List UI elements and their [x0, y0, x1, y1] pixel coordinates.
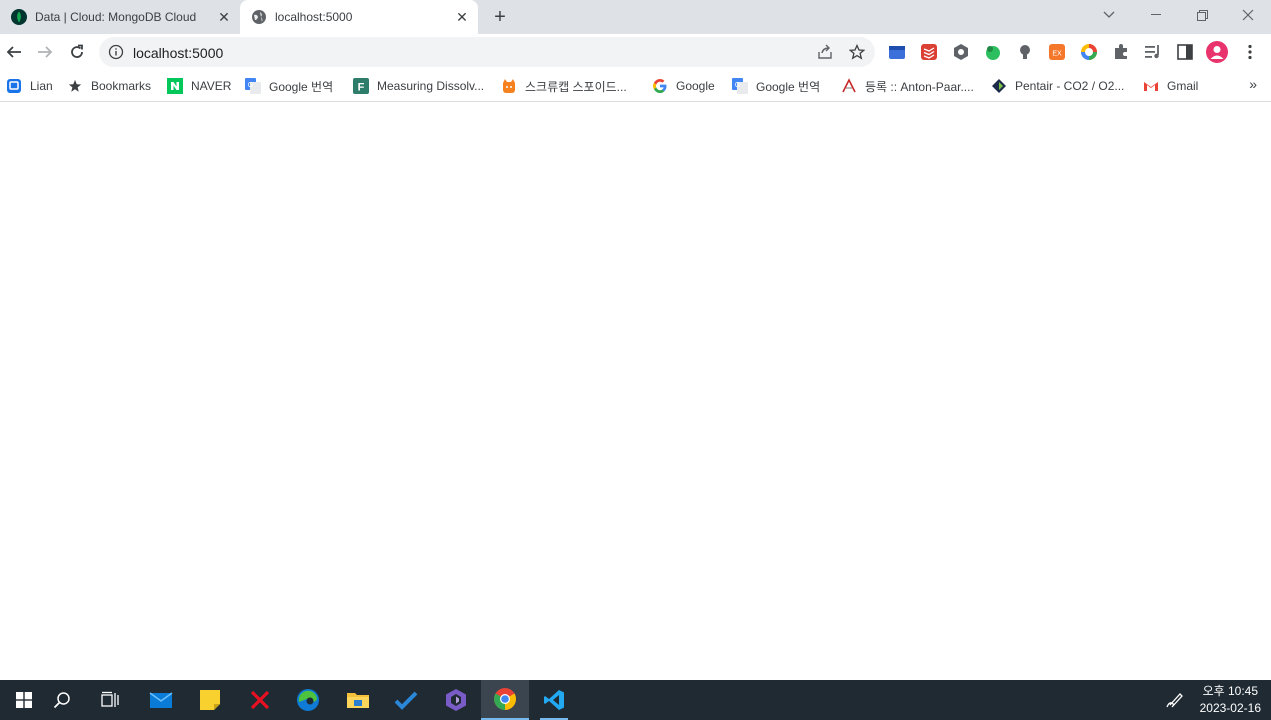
bookmark-lian[interactable]: Lian [6, 76, 53, 96]
extension-ex-icon[interactable]: EX [1048, 43, 1066, 61]
bookmark-google-translate[interactable]: G Google 번역 [245, 76, 333, 96]
bookmark-label: Pentair - CO2 / O2... [1015, 79, 1125, 93]
extension-lightbulb-icon[interactable] [1016, 43, 1034, 61]
file-explorer-icon[interactable] [334, 680, 382, 720]
extension-color-wheel-icon[interactable] [1080, 43, 1098, 61]
star-icon [67, 78, 83, 94]
pentair-icon [991, 78, 1007, 94]
bookmark-label: NAVER [191, 79, 232, 93]
bookmark-screwcap[interactable]: 스크류캡 스포이드... [501, 76, 627, 96]
share-icon[interactable] [815, 42, 835, 62]
address-bar[interactable]: localhost:5000 [99, 37, 875, 67]
forward-button[interactable] [31, 38, 59, 66]
todo-app-icon[interactable] [382, 680, 430, 720]
google-translate-icon: G [245, 78, 261, 94]
bookmark-label: Lian [30, 79, 53, 93]
browser-menu-icon[interactable] [1241, 43, 1259, 61]
profile-avatar-icon[interactable] [1206, 41, 1228, 63]
bookmark-label: Google 번역 [756, 79, 821, 94]
tab-strip: Data | Cloud: MongoDB Cloud ✕ localhost:… [0, 0, 1271, 34]
clock-date: 2023-02-16 [1199, 701, 1261, 715]
bookmark-naver[interactable]: NAVER [167, 76, 231, 96]
bookmark-label: Measuring Dissolv... [377, 79, 485, 93]
gmail-icon [1143, 78, 1159, 94]
close-tab-icon[interactable]: ✕ [452, 7, 472, 27]
restore-icon[interactable] [1179, 0, 1225, 30]
bookmark-label: Google [676, 79, 715, 93]
tab-mongodb[interactable]: Data | Cloud: MongoDB Cloud ✕ [0, 0, 240, 34]
svg-text:F: F [358, 82, 365, 94]
address-url: localhost:5000 [133, 45, 224, 61]
lian-icon [6, 78, 22, 94]
bookmark-label: Gmail [1167, 79, 1199, 93]
windows-taskbar: 오후 10:45 2023-02-16 [0, 680, 1271, 720]
extension-todoist-icon[interactable] [920, 43, 938, 61]
site-info-icon[interactable] [108, 44, 124, 60]
windows-logo-icon [16, 692, 32, 708]
more-bookmarks-chevron-icon[interactable]: » [1249, 76, 1257, 92]
anton-paar-icon [841, 78, 857, 94]
search-icon[interactable] [38, 680, 86, 720]
edge-browser-icon[interactable] [284, 680, 332, 720]
new-tab-button[interactable]: + [488, 5, 512, 29]
page-content [0, 103, 1271, 680]
x-app-icon[interactable] [236, 680, 284, 720]
task-view-icon[interactable] [86, 680, 134, 720]
svg-text:G: G [735, 82, 740, 89]
power-automate-icon[interactable] [432, 680, 480, 720]
close-tab-icon[interactable]: ✕ [214, 7, 234, 27]
side-panel-icon[interactable] [1176, 43, 1194, 61]
extension-hexagon-icon[interactable] [952, 43, 970, 61]
tab-title: Data | Cloud: MongoDB Cloud [35, 10, 197, 24]
shop-cat-icon [501, 78, 517, 94]
clock-time: 오후 10:45 [1202, 684, 1259, 698]
svg-text:G: G [248, 82, 253, 89]
sticky-notes-icon[interactable] [186, 680, 234, 720]
bookmark-label: Google 번역 [269, 79, 334, 94]
google-icon [652, 78, 668, 94]
extension-calendar-icon[interactable] [888, 43, 906, 61]
bookmark-bookmarks[interactable]: Bookmarks [67, 76, 151, 96]
google-translate-icon: G [732, 78, 748, 94]
bookmark-star-icon[interactable] [847, 42, 867, 62]
media-control-icon[interactable] [1144, 43, 1162, 61]
extension-evernote-icon[interactable] [984, 43, 1002, 61]
f-icon: F [353, 78, 369, 94]
mail-app-icon[interactable] [137, 680, 185, 720]
pen-ink-icon[interactable] [1164, 690, 1184, 710]
tab-search-icon[interactable] [1086, 0, 1132, 30]
browser-toolbar: localhost:5000 EX [0, 34, 1271, 70]
back-button[interactable] [0, 38, 28, 66]
bookmark-google[interactable]: Google [652, 76, 715, 96]
vscode-icon[interactable] [530, 680, 578, 720]
bookmark-anton-paar[interactable]: 등록 :: Anton-Paar.... [841, 76, 974, 96]
minimize-icon[interactable] [1133, 0, 1179, 30]
bookmark-label: 스크류캡 스포이드... [525, 79, 627, 94]
extensions-puzzle-icon[interactable] [1112, 43, 1130, 61]
naver-icon [167, 78, 183, 94]
bookmark-label: 등록 :: Anton-Paar.... [865, 79, 974, 94]
close-window-icon[interactable] [1225, 0, 1271, 30]
tab-title: localhost:5000 [275, 10, 353, 24]
bookmark-pentair[interactable]: Pentair - CO2 / O2... [991, 76, 1124, 96]
bookmarks-bar: Lian Bookmarks NAVER G Google 번역 F Measu… [0, 70, 1271, 102]
svg-text:EX: EX [1052, 51, 1062, 58]
bookmark-google-translate-2[interactable]: G Google 번역 [732, 76, 820, 96]
chrome-taskbar-icon[interactable] [481, 680, 529, 720]
bookmark-measuring-dissolv[interactable]: F Measuring Dissolv... [353, 76, 484, 96]
mongodb-leaf-icon [11, 9, 27, 25]
reload-button[interactable] [63, 38, 91, 66]
tab-localhost[interactable]: localhost:5000 ✕ [240, 0, 478, 34]
system-clock[interactable]: 오후 10:45 2023-02-16 [1200, 683, 1261, 717]
bookmark-gmail[interactable]: Gmail [1143, 76, 1198, 96]
globe-icon [251, 9, 267, 25]
bookmark-label: Bookmarks [91, 79, 152, 93]
